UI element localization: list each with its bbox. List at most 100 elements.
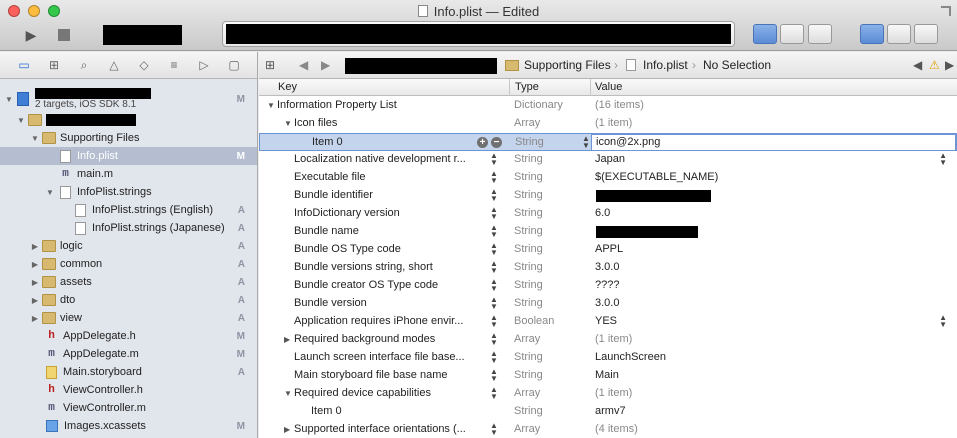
disclosure-closed-icon[interactable]: ▶ bbox=[30, 242, 40, 251]
fullscreen-icon[interactable] bbox=[941, 6, 951, 16]
version-editor-button[interactable] bbox=[808, 24, 832, 44]
type-popup-icon[interactable]: ▲ ▼ bbox=[582, 135, 590, 150]
plist-type[interactable]: String bbox=[514, 243, 543, 255]
list-item[interactable]: ▶ logic A bbox=[0, 237, 257, 255]
add-item-icon[interactable]: + bbox=[477, 137, 488, 148]
key-popup-icon[interactable]: ▲ ▼ bbox=[490, 278, 498, 293]
utilities-toggle-button[interactable] bbox=[914, 24, 938, 44]
plist-type[interactable]: Array bbox=[514, 333, 540, 345]
list-item[interactable]: ▼ InfoPlist.strings bbox=[0, 183, 257, 201]
plist-key[interactable]: Bundle creator OS Type code bbox=[294, 279, 484, 291]
key-popup-icon[interactable]: ▲ ▼ bbox=[490, 332, 498, 347]
table-row[interactable]: Application requires iPhone envir... ▲ ▼ Bo… bbox=[259, 313, 957, 331]
key-popup-icon[interactable]: ▲ ▼ bbox=[490, 422, 498, 437]
key-column-header[interactable]: Key bbox=[278, 81, 297, 93]
plist-type[interactable]: String bbox=[514, 405, 543, 417]
plist-key[interactable]: Launch screen interface file base... bbox=[294, 351, 484, 363]
key-popup-icon[interactable]: ▲ ▼ bbox=[490, 368, 498, 383]
back-arrow-icon[interactable]: ◀ bbox=[299, 58, 308, 72]
previous-issue-icon[interactable]: ◀ bbox=[913, 58, 922, 72]
table-row[interactable]: ▼ Required device capabilities ▲ ▼ Array (1 i… bbox=[259, 385, 957, 403]
plist-key[interactable]: Bundle version bbox=[294, 297, 484, 309]
disclosure-open-icon[interactable]: ▼ bbox=[30, 134, 40, 143]
symbol-navigator-icon[interactable]: ⊞ bbox=[46, 58, 62, 72]
list-item[interactable]: ▶ view A bbox=[0, 309, 257, 327]
table-row[interactable]: Bundle identifier ▲ ▼ String bbox=[259, 187, 957, 205]
table-row[interactable]: Main storyboard file base name ▲ ▼ String Ma… bbox=[259, 367, 957, 385]
plist-key[interactable]: Localization native development r... bbox=[294, 153, 484, 165]
plist-key[interactable]: Required device capabilities bbox=[294, 387, 484, 399]
plist-key[interactable]: Executable file bbox=[294, 171, 484, 183]
value-popup-icon[interactable]: ▲ ▼ bbox=[939, 152, 947, 167]
warning-icon[interactable]: △ bbox=[106, 58, 122, 72]
plist-value[interactable]: icon@2x.png bbox=[596, 136, 660, 148]
debug-area-toggle-button[interactable] bbox=[887, 24, 911, 44]
remove-item-icon[interactable]: − bbox=[491, 137, 502, 148]
list-item[interactable]: ▼ Supporting Files bbox=[0, 129, 257, 147]
plist-type[interactable]: String bbox=[514, 171, 543, 183]
plist-key[interactable]: Icon files bbox=[294, 117, 484, 129]
plist-value[interactable]: Main bbox=[595, 369, 619, 381]
table-row[interactable]: Launch screen interface file base... ▲ ▼ St… bbox=[259, 349, 957, 367]
group-row-redacted[interactable]: ▼ bbox=[0, 111, 257, 129]
stop-button[interactable] bbox=[55, 24, 73, 46]
plist-value[interactable]: (16 items) bbox=[595, 99, 644, 111]
plist-type[interactable]: String bbox=[514, 351, 543, 363]
plist-key[interactable]: Item 0 bbox=[311, 405, 484, 417]
next-issue-icon[interactable]: ▶ bbox=[945, 58, 954, 72]
key-popup-icon[interactable]: ▲ ▼ bbox=[490, 386, 498, 401]
plist-key[interactable]: InfoDictionary version bbox=[294, 207, 484, 219]
list-item[interactable]: ▶ assets A bbox=[0, 273, 257, 291]
plist-key[interactable]: Bundle name bbox=[294, 225, 484, 237]
key-popup-icon[interactable]: ▲ ▼ bbox=[490, 242, 498, 257]
table-row[interactable]: Localization native development r... ▲ ▼ St… bbox=[259, 151, 957, 169]
table-row[interactable]: Item 0 + − ▲ ▼ String icon@2x.png bbox=[259, 133, 957, 151]
list-item[interactable]: ▶ dto A bbox=[0, 291, 257, 309]
list-item[interactable]: InfoPlist.strings (English) A bbox=[0, 201, 257, 219]
assistant-editor-button[interactable] bbox=[780, 24, 804, 44]
disclosure-closed-icon[interactable]: ▶ bbox=[30, 296, 40, 305]
table-row[interactable]: InfoDictionary version ▲ ▼ String 6.0 bbox=[259, 205, 957, 223]
forward-arrow-icon[interactable]: ▶ bbox=[321, 58, 330, 72]
type-column-header[interactable]: Type bbox=[515, 81, 539, 93]
plist-value[interactable]: (4 items) bbox=[595, 423, 638, 435]
key-popup-icon[interactable]: ▲ ▼ bbox=[490, 314, 498, 329]
test-icon[interactable]: ◇ bbox=[136, 58, 152, 72]
plist-value[interactable]: $(EXECUTABLE_NAME) bbox=[595, 171, 718, 183]
folder-icon[interactable]: ▭ bbox=[16, 58, 32, 72]
breakpoint-icon[interactable]: ▷ bbox=[196, 58, 212, 72]
disclosure-open-icon[interactable]: ▼ bbox=[45, 188, 55, 197]
breadcrumb-item[interactable]: Supporting Files bbox=[524, 58, 611, 72]
plist-key[interactable]: Bundle identifier bbox=[294, 189, 484, 201]
table-row[interactable]: ▶ Required background modes ▲ ▼ Array (1 item… bbox=[259, 331, 957, 349]
table-row[interactable]: Bundle OS Type code ▲ ▼ String APPL bbox=[259, 241, 957, 259]
key-popup-icon[interactable]: ▲ ▼ bbox=[490, 206, 498, 221]
breadcrumb-item[interactable]: No Selection bbox=[703, 58, 771, 72]
column-divider[interactable] bbox=[590, 79, 591, 96]
plist-type[interactable]: String bbox=[515, 136, 544, 148]
plist-value[interactable]: APPL bbox=[595, 243, 623, 255]
disclosure-closed-icon[interactable]: ▶ bbox=[284, 335, 290, 344]
plist-type[interactable]: String bbox=[514, 261, 543, 273]
disclosure-open-icon[interactable]: ▼ bbox=[284, 389, 292, 398]
list-item[interactable]: m AppDelegate.m M bbox=[0, 345, 257, 363]
key-popup-icon[interactable]: ▲ ▼ bbox=[490, 170, 498, 185]
plist-key[interactable]: Supported interface orientations (... bbox=[294, 423, 484, 435]
table-row[interactable]: ▼ Information Property List Dictionary (16 … bbox=[259, 97, 957, 115]
plist-value[interactable]: LaunchScreen bbox=[595, 351, 666, 363]
breadcrumb-redacted[interactable] bbox=[345, 58, 497, 74]
plist-key[interactable]: Bundle OS Type code bbox=[294, 243, 484, 255]
log-icon[interactable]: ▢ bbox=[226, 58, 242, 72]
list-item[interactable]: ▶ common A bbox=[0, 255, 257, 273]
plist-type[interactable]: String bbox=[514, 207, 543, 219]
breadcrumb-item[interactable]: Info.plist bbox=[643, 58, 688, 72]
disclosure-open-icon[interactable]: ▼ bbox=[267, 101, 275, 110]
plist-type[interactable]: String bbox=[514, 369, 543, 381]
list-item[interactable]: h ViewController.h bbox=[0, 381, 257, 399]
plist-value[interactable]: armv7 bbox=[595, 405, 626, 417]
disclosure-closed-icon[interactable]: ▶ bbox=[30, 314, 40, 323]
plist-type[interactable]: Boolean bbox=[514, 315, 554, 327]
key-popup-icon[interactable]: ▲ ▼ bbox=[490, 224, 498, 239]
plist-value[interactable]: (1 item) bbox=[595, 333, 632, 345]
standard-editor-button[interactable] bbox=[753, 24, 777, 44]
